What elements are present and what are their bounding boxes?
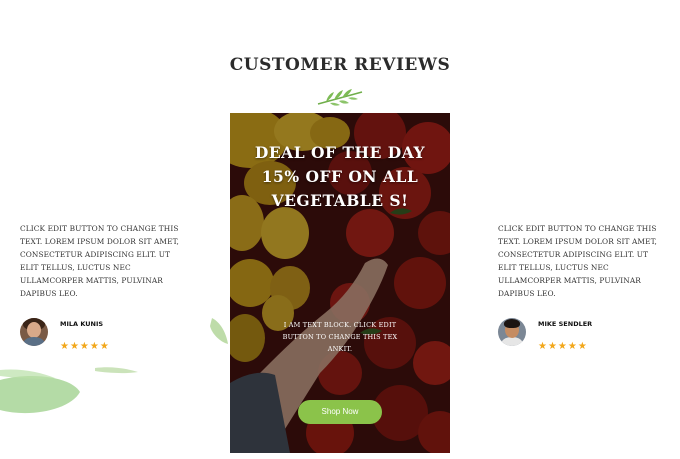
reviewer-name: Mike Sendler [538,320,593,328]
review-text-left: Click edit button to change this text. L… [20,224,179,298]
reviewer-right: Mike Sendler ★★★★★ [498,318,592,352]
avatar [20,318,48,346]
promo-body-text: I am text block. Click edit button to ch… [282,321,398,353]
promo-title: DEAL OF THE DAY 15% OFF ON ALL VEGETABLE… [254,143,426,210]
reviewer-name: Mila Kunis [60,320,104,328]
leaf-ornament-icon [317,89,363,106]
reviewer-left: Mila Kunis ★★★★★ [20,318,110,352]
promo-card: DEAL OF THE DAY 15% OFF ON ALL VEGETABLE… [230,113,450,453]
avatar [498,318,526,346]
star-rating: ★★★★★ [60,341,110,352]
review-text-right: Click edit button to change this text. L… [498,224,657,298]
shop-now-button[interactable]: Shop Now [298,400,382,424]
star-rating: ★★★★★ [538,341,588,352]
section-title: CUSTOMER REVIEWS [229,55,451,75]
